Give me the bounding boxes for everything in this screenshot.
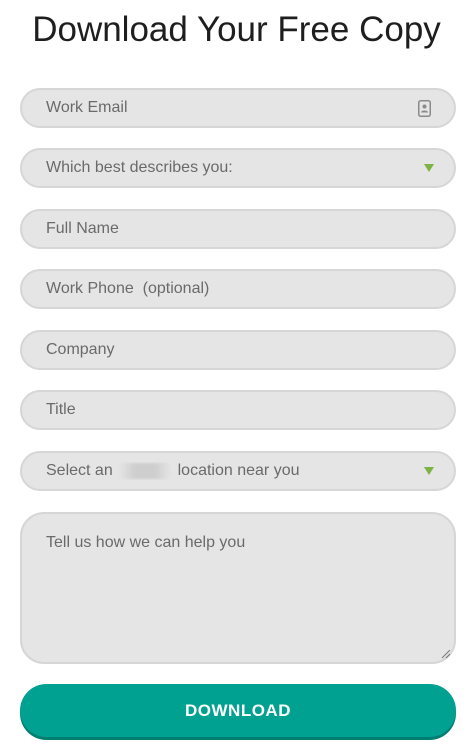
resize-handle-icon[interactable]: [441, 649, 451, 659]
work-email-field[interactable]: Work Email: [20, 88, 456, 128]
company-field[interactable]: Company: [20, 330, 456, 370]
title-field[interactable]: Title: [20, 390, 456, 430]
location-select-suffix: location near you: [177, 462, 300, 479]
company-placeholder: Company: [46, 341, 115, 358]
title-placeholder: Title: [46, 401, 76, 418]
work-phone-placeholder: Work Phone (optional): [46, 280, 210, 297]
page-title: Download Your Free Copy: [32, 10, 441, 49]
message-placeholder: Tell us how we can help you: [46, 534, 246, 551]
redacted-text: [119, 462, 172, 479]
location-select-value: Select an location near you: [46, 462, 424, 480]
full-name-placeholder: Full Name: [46, 220, 119, 237]
work-email-placeholder: Work Email: [46, 99, 128, 116]
work-phone-field[interactable]: Work Phone (optional): [20, 269, 456, 309]
caret-down-icon: [424, 164, 434, 172]
download-form-page: Download Your Free Copy Work Email Which…: [0, 0, 473, 753]
location-select[interactable]: Select an location near you: [20, 451, 456, 491]
role-select[interactable]: Which best describes you:: [20, 148, 456, 188]
contact-card-icon[interactable]: [417, 99, 432, 117]
caret-down-icon: [424, 467, 434, 475]
download-button[interactable]: DOWNLOAD: [20, 684, 456, 737]
role-select-value: Which best describes you:: [46, 159, 233, 176]
full-name-field[interactable]: Full Name: [20, 209, 456, 249]
location-select-prefix: Select an: [46, 462, 113, 479]
message-textarea[interactable]: Tell us how we can help you: [20, 512, 456, 664]
